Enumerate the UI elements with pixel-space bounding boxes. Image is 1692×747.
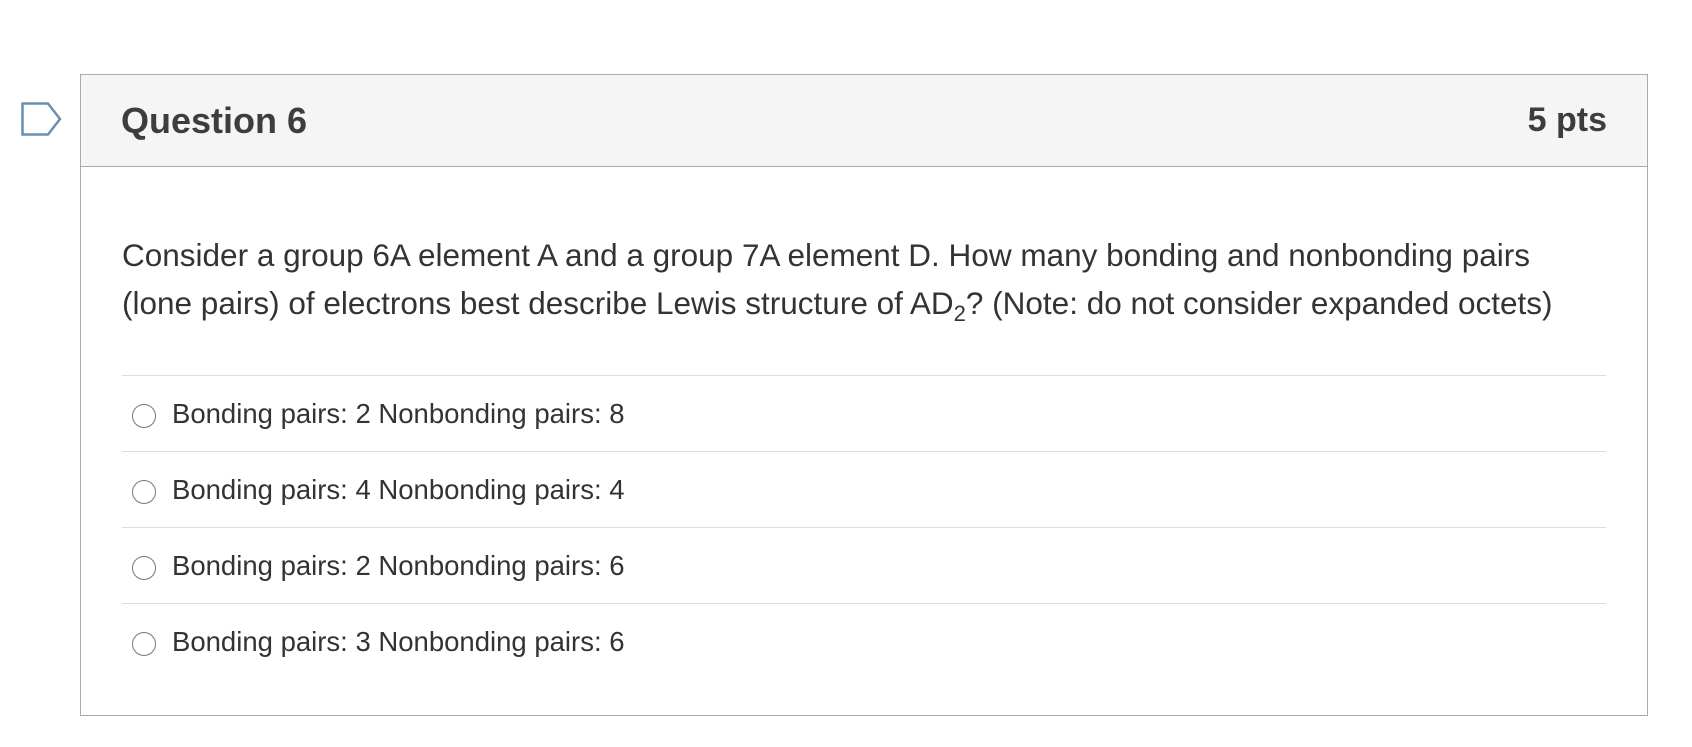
question-text: Consider a group 6A element A and a grou… xyxy=(122,231,1606,327)
answer-option-4[interactable]: Bonding pairs: 3 Nonbonding pairs: 6 xyxy=(122,604,1606,680)
quiz-page: Question 6 5 pts Consider a group 6A ele… xyxy=(0,0,1692,747)
radio-button[interactable] xyxy=(132,555,156,580)
question-text-subscript: 2 xyxy=(953,301,966,326)
radio-button[interactable] xyxy=(132,632,156,656)
answer-option-3[interactable]: Bonding pairs: 2 Nonbonding pairs: 6 xyxy=(122,528,1606,604)
radio-button[interactable] xyxy=(132,403,156,428)
answer-option-1[interactable]: Bonding pairs: 2 Nonbonding pairs: 8 xyxy=(122,376,1606,452)
answer-label: Bonding pairs: 2 Nonbonding pairs: 8 xyxy=(172,397,625,429)
question-text-part2: ? (Note: do not consider expanded octets… xyxy=(965,285,1553,321)
answer-label: Bonding pairs: 3 Nonbonding pairs: 6 xyxy=(172,626,625,657)
question-card: Question 6 5 pts Consider a group 6A ele… xyxy=(80,74,1648,716)
answer-list: Bonding pairs: 2 Nonbonding pairs: 8 Bon… xyxy=(122,375,1606,680)
question-body: Consider a group 6A element A and a grou… xyxy=(81,231,1647,680)
question-header: Question 6 5 pts xyxy=(81,75,1647,167)
question-title: Question 6 xyxy=(121,99,308,141)
flag-question-icon[interactable] xyxy=(21,102,63,136)
question-points: 5 pts xyxy=(1527,101,1607,139)
radio-button[interactable] xyxy=(132,479,156,504)
answer-label: Bonding pairs: 4 Nonbonding pairs: 4 xyxy=(172,473,625,505)
answer-option-2[interactable]: Bonding pairs: 4 Nonbonding pairs: 4 xyxy=(122,452,1606,528)
answer-label: Bonding pairs: 2 Nonbonding pairs: 6 xyxy=(172,549,625,581)
